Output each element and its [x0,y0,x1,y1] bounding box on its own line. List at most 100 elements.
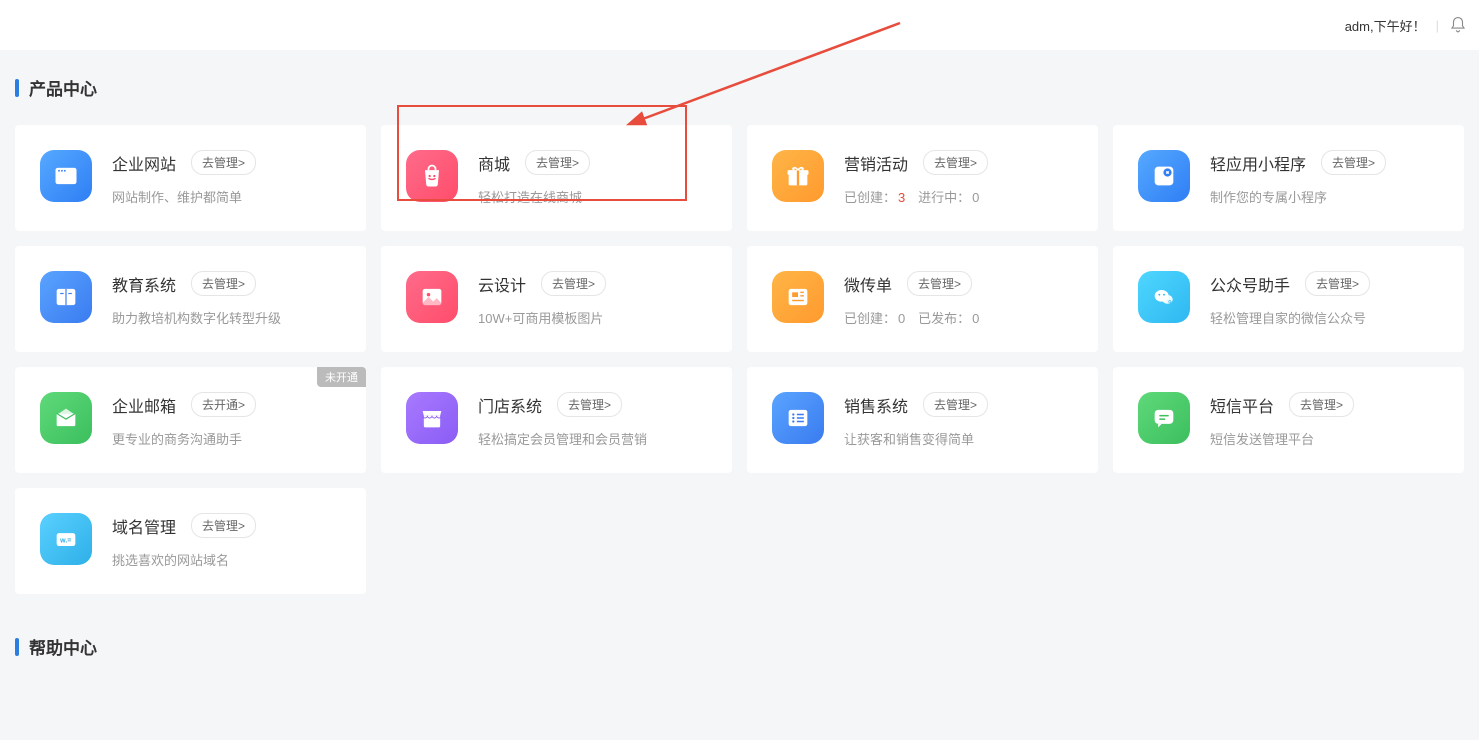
product-card[interactable]: 销售系统去管理> 让获客和销售变得简单 [747,367,1098,473]
card-title: 营销活动 [844,151,908,175]
section-bar [15,638,19,656]
card-body: 商城去管理> 轻松打造在线商城 [478,150,707,206]
manage-button[interactable]: 去管理> [191,513,256,538]
card-description: 让获客和销售变得简单 [844,429,1073,448]
product-card[interactable]: 公众号助手去管理> 轻松管理自家的微信公众号 [1113,246,1464,352]
manage-button[interactable]: 去管理> [907,271,972,296]
card-body: 轻应用小程序去管理> 制作您的专属小程序 [1210,150,1439,206]
section-title: 产品中心 [29,75,97,100]
section-header-help: 帮助中心 [15,634,1464,659]
card-title: 轻应用小程序 [1210,151,1306,175]
card-title-row: 商城去管理> [478,150,707,175]
status-tag: 未开通 [317,367,366,387]
product-card[interactable]: 企业邮箱去开通> 更专业的商务沟通助手 未开通 [15,367,366,473]
card-body: 企业邮箱去开通> 更专业的商务沟通助手 [112,392,341,448]
created-count: 3 [898,190,905,205]
shopping-bag-icon [406,150,458,202]
section-title: 帮助中心 [29,634,97,659]
section-bar [15,79,19,97]
product-card[interactable]: 门店系统去管理> 轻松搞定会员管理和会员营销 [381,367,732,473]
manage-button[interactable]: 去管理> [557,392,622,417]
card-title: 商城 [478,151,510,175]
manage-button[interactable]: 去管理> [541,271,606,296]
main-content: 产品中心 企业网站去管理>网站制作、维护都简单商城去管理>轻松打造在线商城营销活… [0,50,1479,659]
card-body: 营销活动去管理> 已创建：3 进行中：0 [844,150,1073,206]
card-title-row: 微传单去管理> [844,271,1073,296]
product-card[interactable]: 教育系统去管理> 助力教培机构数字化转型升级 [15,246,366,352]
chat-icon [1138,392,1190,444]
product-card[interactable]: 云设计去管理> 10W+可商用模板图片 [381,246,732,352]
card-description: 短信发送管理平台 [1210,429,1439,448]
card-description: 已创建：3 进行中：0 [844,187,1073,206]
wechat-icon [1138,271,1190,323]
manage-button[interactable]: 去开通> [191,392,256,417]
manage-button[interactable]: 去管理> [923,150,988,175]
card-title-row: 销售系统去管理> [844,392,1073,417]
card-title: 教育系统 [112,272,176,296]
card-body: 销售系统去管理> 让获客和销售变得简单 [844,392,1073,448]
card-body: 微传单去管理>已创建：0 已发布：0 [844,271,1073,327]
card-body: 短信平台去管理> 短信发送管理平台 [1210,392,1439,448]
product-card[interactable]: 微传单去管理>已创建：0 已发布：0 [747,246,1098,352]
card-title-row: 轻应用小程序去管理> [1210,150,1439,175]
card-description: 助力教培机构数字化转型升级 [112,308,341,327]
card-title-row: 短信平台去管理> [1210,392,1439,417]
product-card[interactable]: 短信平台去管理> 短信发送管理平台 [1113,367,1464,473]
card-title: 门店系统 [478,393,542,417]
card-description: 轻松搞定会员管理和会员营销 [478,429,707,448]
running-count: 0 [972,311,979,326]
card-title-row: 门店系统去管理> [478,392,707,417]
card-body: 门店系统去管理> 轻松搞定会员管理和会员营销 [478,392,707,448]
product-card[interactable]: 营销活动去管理> 已创建：3 进行中：0 [747,125,1098,231]
manage-button[interactable]: 去管理> [923,392,988,417]
card-title-row: 企业邮箱去开通> [112,392,341,417]
card-description: 制作您的专属小程序 [1210,187,1439,206]
manage-button[interactable]: 去管理> [191,150,256,175]
card-title: 销售系统 [844,393,908,417]
app-icon [1138,150,1190,202]
divider: | [1436,18,1439,33]
notification-bell-icon[interactable] [1449,16,1467,34]
created-count: 0 [898,311,905,326]
card-description: 已创建：0 已发布：0 [844,308,1073,327]
card-description: 轻松管理自家的微信公众号 [1210,308,1439,327]
card-title: 域名管理 [112,514,176,538]
card-title-row: 域名管理去管理> [112,513,341,538]
card-title-row: 公众号助手去管理> [1210,271,1439,296]
topbar: adm,下午好！ | [0,0,1479,50]
card-description: 网站制作、维护都简单 [112,187,341,206]
manage-button[interactable]: 去管理> [1321,150,1386,175]
gift-icon [772,150,824,202]
running-label: 已发布： [918,311,970,326]
card-title: 企业网站 [112,151,176,175]
product-card[interactable]: 商城去管理> 轻松打造在线商城 [381,125,732,231]
card-title-row: 企业网站去管理> [112,150,341,175]
manage-button[interactable]: 去管理> [1289,392,1354,417]
manage-button[interactable]: 去管理> [191,271,256,296]
mail-icon [40,392,92,444]
card-description: 轻松打造在线商城 [478,187,707,206]
product-card[interactable]: w.=域名管理去管理>挑选喜欢的网站域名 [15,488,366,594]
card-description: 更专业的商务沟通助手 [112,429,341,448]
card-body: 公众号助手去管理> 轻松管理自家的微信公众号 [1210,271,1439,327]
card-title: 云设计 [478,272,526,296]
running-label: 进行中： [918,190,970,205]
created-label: 已创建： [844,311,896,326]
manage-button[interactable]: 去管理> [1305,271,1370,296]
list-icon [772,392,824,444]
product-card[interactable]: 轻应用小程序去管理> 制作您的专属小程序 [1113,125,1464,231]
store-icon [406,392,458,444]
card-description: 挑选喜欢的网站域名 [112,550,341,569]
product-card[interactable]: 企业网站去管理> 网站制作、维护都简单 [15,125,366,231]
manage-button[interactable]: 去管理> [525,150,590,175]
card-description: 10W+可商用模板图片 [478,308,707,327]
created-label: 已创建： [844,190,896,205]
image-icon [406,271,458,323]
greeting-text: adm,下午好！ [1345,16,1426,35]
card-body: 域名管理去管理> 挑选喜欢的网站域名 [112,513,341,569]
card-body: 企业网站去管理> 网站制作、维护都简单 [112,150,341,206]
card-title: 公众号助手 [1210,272,1290,296]
card-title: 企业邮箱 [112,393,176,417]
card-title: 微传单 [844,272,892,296]
section-header-products: 产品中心 [15,75,1464,100]
